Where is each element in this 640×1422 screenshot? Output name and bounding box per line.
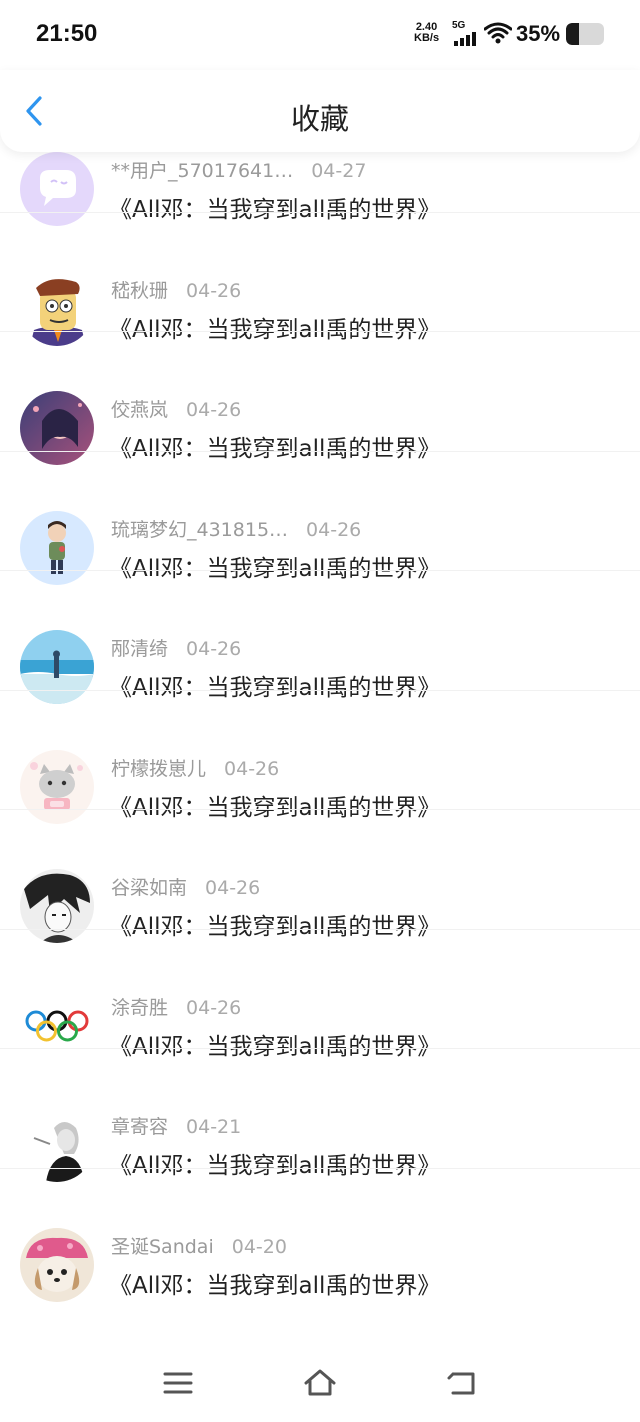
favorite-date: 04-26 xyxy=(186,279,242,302)
network-speed-unit: KB/s xyxy=(414,32,440,44)
favorite-row[interactable]: 琉璃梦幻_431815… 04-26 《All邓：当我穿到all禹的世界》 xyxy=(0,450,640,585)
user-name[interactable]: 圣诞Sandai xyxy=(111,1232,214,1259)
book-title[interactable]: 《All邓：当我穿到all禹的世界》 xyxy=(109,1266,440,1300)
favorite-date: 04-27 xyxy=(311,160,367,182)
battery-percent: 35% xyxy=(516,21,561,46)
user-name[interactable]: **用户_57017641… xyxy=(111,156,293,183)
favorite-date: 04-26 xyxy=(186,638,242,660)
favorite-date: 04-26 xyxy=(306,518,362,541)
battery-icon xyxy=(566,23,604,45)
row-meta: 嵇秋珊 04-26 xyxy=(111,276,241,303)
page-title: 收藏 xyxy=(290,102,349,136)
favorite-date: 04-26 xyxy=(224,757,280,780)
user-name[interactable]: 谷梁如南 xyxy=(111,873,187,900)
battery-fill xyxy=(566,23,580,45)
row-meta: **用户_57017641… 04-27 xyxy=(111,156,366,183)
user-name[interactable]: 琉璃梦幻_431815… xyxy=(111,515,288,542)
user-avatar[interactable] xyxy=(20,1227,94,1302)
row-meta: 涂奇胜 04-26 xyxy=(111,993,241,1020)
status-bar: 21:50 2.40 KB/s 5G 35% xyxy=(0,0,640,70)
header: 收藏 xyxy=(0,70,640,152)
user-name[interactable]: 柠檬拨崽儿 xyxy=(111,754,206,781)
favorite-date: 04-26 xyxy=(205,877,261,899)
row-meta: 佼燕岚 04-26 xyxy=(111,395,241,422)
favorite-row[interactable]: 邴清绮 04-26 《All邓：当我穿到all禹的世界》 xyxy=(0,570,640,704)
user-name[interactable]: 邴清绮 xyxy=(111,634,168,661)
system-nav-bar xyxy=(0,1340,640,1422)
user-name[interactable]: 嵇秋珊 xyxy=(111,276,168,303)
user-name[interactable]: 章寄容 xyxy=(111,1112,168,1139)
cell-signal-icon: 5G xyxy=(452,20,480,46)
user-name[interactable]: 涂奇胜 xyxy=(111,993,168,1020)
status-time: 21:50 xyxy=(36,20,98,47)
network-speed: 2.40 KB/s xyxy=(414,22,439,44)
favorites-list: **用户_57017641… 04-27 《All邓：当我穿到all禹的世界》 嵇秋珊… xyxy=(0,92,640,1302)
row-meta: 琉璃梦幻_431815… 04-26 xyxy=(111,515,361,542)
network-type: 5G xyxy=(452,20,466,31)
favorite-date: 04-21 xyxy=(186,1116,242,1138)
favorite-row[interactable]: 谷梁如南 04-26 《All邓：当我穿到all禹的世界》 xyxy=(0,809,640,943)
menu-icon[interactable] xyxy=(161,1368,195,1398)
favorite-row[interactable]: 圣诞Sandai 04-20 《All邓：当我穿到all禹的世界》 xyxy=(0,1167,640,1302)
favorite-row[interactable]: 涂奇胜 04-26 《All邓：当我穿到all禹的世界》 xyxy=(0,928,640,1063)
wifi-icon xyxy=(484,22,512,44)
favorite-row[interactable]: 嵇秋珊 04-26 《All邓：当我穿到all禹的世界》 xyxy=(0,211,640,346)
row-meta: 章寄容 04-21 xyxy=(111,1112,241,1139)
back-icon[interactable] xyxy=(445,1368,479,1398)
favorite-date: 04-20 xyxy=(231,1235,287,1258)
row-meta: 圣诞Sandai 04-20 xyxy=(111,1232,287,1259)
favorite-row[interactable]: 章寄容 04-21 《All邓：当我穿到all禹的世界》 xyxy=(0,1048,640,1182)
user-name[interactable]: 佼燕岚 xyxy=(111,395,168,422)
favorite-row[interactable]: 柠檬拨崽儿 04-26 《All邓：当我穿到all禹的世界》 xyxy=(0,689,640,824)
row-meta: 邴清绮 04-26 xyxy=(111,634,241,661)
favorite-date: 04-26 xyxy=(186,996,242,1019)
row-meta: 谷梁如南 04-26 xyxy=(111,873,260,900)
favorite-row[interactable]: 佼燕岚 04-26 《All邓：当我穿到all禹的世界》 xyxy=(0,331,640,465)
row-meta: 柠檬拨崽儿 04-26 xyxy=(111,754,279,781)
home-icon[interactable] xyxy=(303,1368,337,1398)
favorite-date: 04-26 xyxy=(186,399,242,421)
